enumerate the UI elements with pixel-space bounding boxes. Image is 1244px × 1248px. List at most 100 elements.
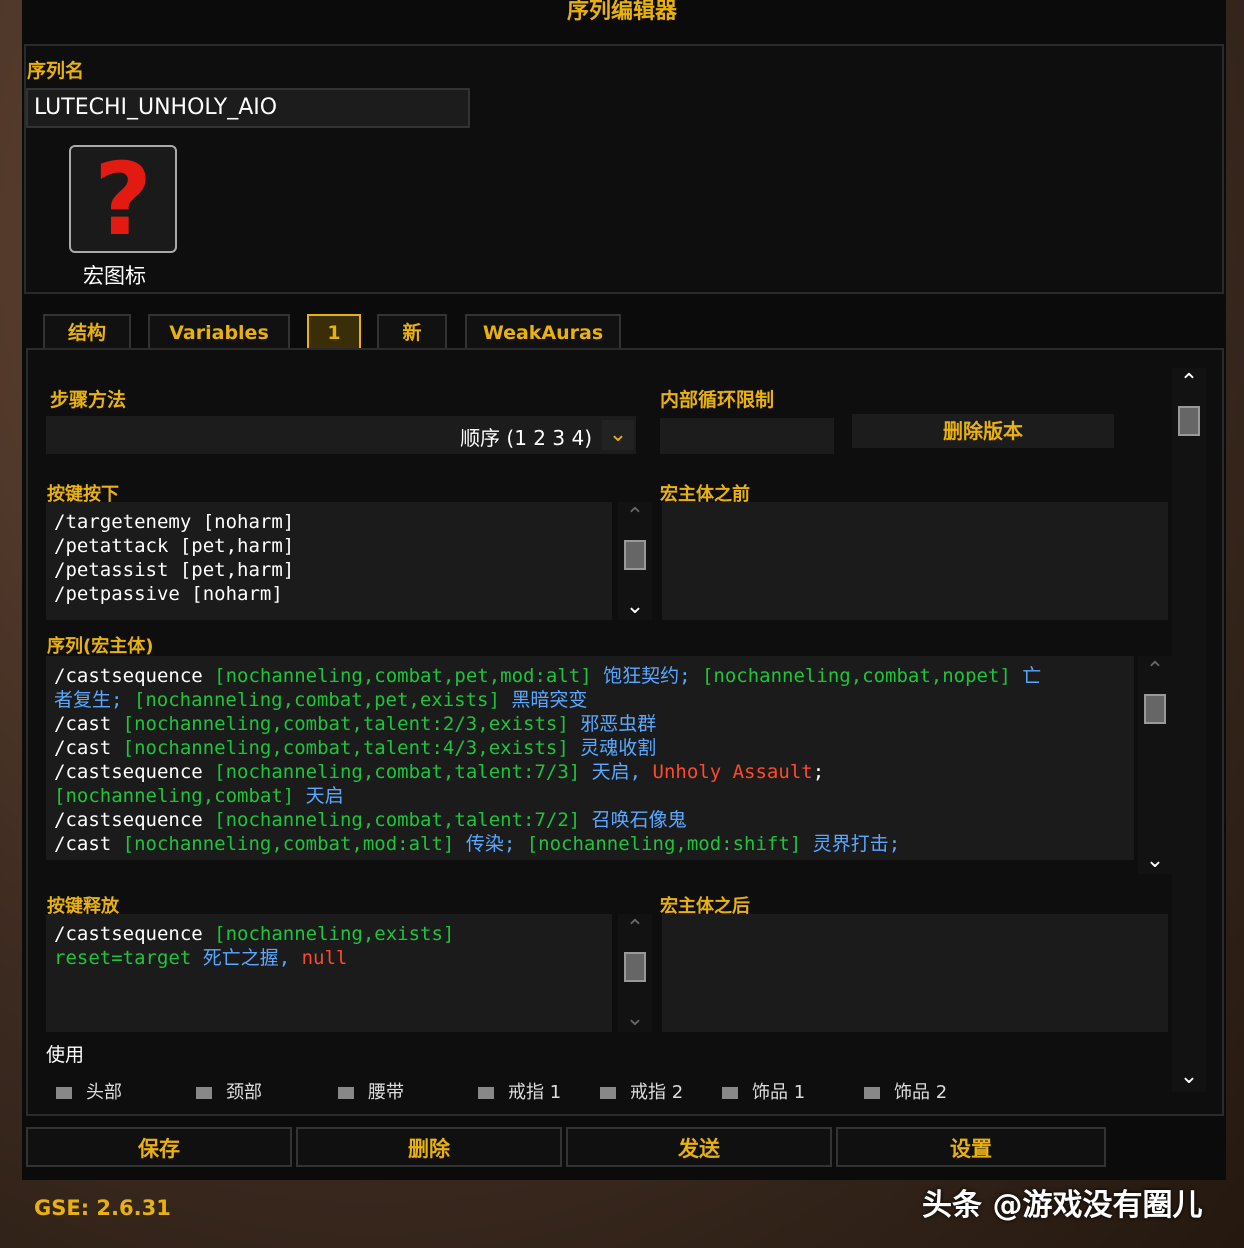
- code-token: 灵魂收割: [580, 737, 657, 759]
- code-token: 召唤石像鬼: [591, 809, 687, 831]
- header-panel: [24, 44, 1224, 294]
- code-line: /cast [nochanneling,combat,talent:2/3,ex…: [54, 712, 1126, 736]
- keypress-scrollbar[interactable]: ⌃ ⌄: [618, 502, 652, 620]
- sequence-body-scrollbar[interactable]: ⌃ ⌄: [1138, 656, 1172, 874]
- pre-macro-editor[interactable]: [662, 502, 1168, 620]
- delete-version-button[interactable]: 删除版本: [852, 414, 1114, 448]
- code-token: [nochanneling,exists]: [214, 923, 455, 945]
- settings-button[interactable]: 设置: [836, 1127, 1106, 1167]
- chevron-down-icon[interactable]: ⌄: [618, 1004, 652, 1034]
- code-line: /petassist [pet,harm]: [54, 558, 604, 582]
- code-token: [nochanneling,mod:shift]: [526, 833, 813, 855]
- code-token: [noharm]: [202, 511, 295, 533]
- checkbox-box[interactable]: [338, 1087, 354, 1099]
- post-macro-editor[interactable]: [662, 914, 1168, 1032]
- checkbox-trinket-1[interactable]: 饰品 1: [722, 1078, 805, 1104]
- code-token: reset=target: [54, 947, 203, 969]
- send-button[interactable]: 发送: [566, 1127, 832, 1167]
- code-line: /cast [nochanneling,combat,mod:alt] 传染; …: [54, 832, 1126, 856]
- sequence-body-editor[interactable]: /castsequence [nochanneling,combat,pet,m…: [46, 656, 1134, 860]
- sequence-name-label: 序列名: [27, 60, 85, 82]
- chevron-down-icon[interactable]: ⌄: [1138, 846, 1172, 876]
- code-line: reset=target 死亡之握, null: [54, 946, 604, 970]
- checkbox-head[interactable]: 头部: [56, 1078, 122, 1104]
- watermark: 头条 @游戏没有圈儿: [922, 1188, 1203, 1223]
- chevron-down-icon[interactable]: ⌄: [602, 420, 634, 450]
- checkbox-trinket-2[interactable]: 饰品 2: [864, 1078, 947, 1104]
- tab-new[interactable]: 新: [377, 314, 447, 352]
- chevron-up-icon[interactable]: ⌃: [618, 502, 652, 532]
- checkbox-waist[interactable]: 腰带: [338, 1078, 404, 1104]
- code-token: [nochanneling,combat,talent:4/3,exists]: [122, 737, 581, 759]
- checkbox-box[interactable]: [722, 1087, 738, 1099]
- code-token: Unholy Assault: [652, 761, 813, 783]
- chevron-up-icon[interactable]: ⌃: [1172, 368, 1206, 398]
- checkbox-box[interactable]: [478, 1087, 494, 1099]
- chevron-down-icon[interactable]: ⌄: [618, 592, 652, 622]
- step-method-dropdown[interactable]: 顺序 (1 2 3 4) ⌄: [46, 416, 636, 454]
- code-token: 饱狂契约;: [603, 665, 702, 687]
- code-token: 亡: [1022, 665, 1042, 687]
- sequence-body-label: 序列(宏主体): [47, 636, 154, 657]
- code-line: /castsequence [nochanneling,combat,pet,m…: [54, 664, 1126, 688]
- code-token: [nochanneling,combat,pet,exists]: [133, 689, 512, 711]
- code-token: [nochanneling,combat,nopet]: [701, 665, 1023, 687]
- code-line: /castsequence [nochanneling,combat,talen…: [54, 760, 1126, 784]
- code-line: /petattack [pet,harm]: [54, 534, 604, 558]
- checkbox-ring-1[interactable]: 戒指 1: [478, 1078, 561, 1104]
- keyrelease-editor[interactable]: /castsequence [nochanneling,exists] reset…: [46, 914, 612, 1032]
- code-line: [nochanneling,combat] 天启: [54, 784, 1126, 808]
- delete-button[interactable]: 删除: [296, 1127, 562, 1167]
- code-token: [nochanneling,combat,talent:7/3]: [214, 761, 592, 783]
- checkbox-box[interactable]: [864, 1087, 880, 1099]
- keypress-editor[interactable]: /targetenemy [noharm]/petattack [pet,har…: [46, 502, 612, 620]
- code-token: 传染;: [465, 833, 527, 855]
- code-token: /cast: [54, 737, 123, 759]
- tab-variables[interactable]: Variables: [148, 314, 290, 352]
- code-line: /petpassive [noharm]: [54, 582, 604, 606]
- code-token: [nochanneling,combat,pet,mod:alt]: [214, 665, 604, 687]
- chevron-down-icon[interactable]: ⌄: [1172, 1062, 1206, 1092]
- inner-loop-label: 内部循环限制: [660, 389, 775, 411]
- use-label: 使用: [46, 1044, 85, 1066]
- checkbox-ring-2[interactable]: 戒指 2: [600, 1078, 683, 1104]
- tab-version-1[interactable]: 1: [307, 314, 361, 352]
- code-line: /castsequence [nochanneling,exists]: [54, 922, 604, 946]
- code-token: [nochanneling,combat,talent:2/3,exists]: [122, 713, 581, 735]
- code-token: /castsequence: [54, 923, 215, 945]
- step-method-value: 顺序 (1 2 3 4): [460, 426, 592, 450]
- code-token: 者复生;: [54, 689, 134, 711]
- code-token: /targetenemy: [54, 511, 203, 533]
- code-token: [nochanneling,combat,mod:alt]: [122, 833, 466, 855]
- panel-scrollbar[interactable]: ⌃ ⌄: [1172, 368, 1206, 1092]
- inner-loop-input[interactable]: [660, 418, 834, 454]
- code-token: /cast: [54, 713, 123, 735]
- checkbox-neck[interactable]: 颈部: [196, 1078, 262, 1104]
- keyrelease-scrollbar[interactable]: ⌃ ⌄: [618, 914, 652, 1032]
- checkbox-box[interactable]: [600, 1087, 616, 1099]
- code-token: /petpassive: [54, 583, 192, 605]
- code-token: [pet,harm]: [179, 559, 295, 581]
- scroll-thumb[interactable]: [624, 540, 646, 570]
- tab-structure[interactable]: 结构: [43, 314, 131, 352]
- save-button[interactable]: 保存: [26, 1127, 292, 1167]
- code-line: /targetenemy [noharm]: [54, 510, 604, 534]
- macro-icon[interactable]: ?: [69, 145, 177, 253]
- chevron-up-icon[interactable]: ⌃: [1138, 656, 1172, 686]
- code-token: 邪恶虫群: [580, 713, 657, 735]
- tab-weakauras[interactable]: WeakAuras: [465, 314, 621, 352]
- code-line: /cast [nochanneling,combat,talent:4/3,ex…: [54, 736, 1126, 760]
- window-title: 序列编辑器: [566, 0, 677, 24]
- step-method-label: 步骤方法: [50, 389, 127, 411]
- code-token: /cast: [54, 833, 123, 855]
- scroll-thumb[interactable]: [1178, 406, 1200, 436]
- macro-icon-label: 宏图标: [83, 264, 146, 288]
- scroll-thumb[interactable]: [1144, 694, 1166, 724]
- sequence-name-input[interactable]: LUTECHI_UNHOLY_AIO: [26, 88, 470, 128]
- checkbox-box[interactable]: [196, 1087, 212, 1099]
- code-token: [nochanneling,combat]: [54, 785, 306, 807]
- checkbox-box[interactable]: [56, 1087, 72, 1099]
- scroll-thumb[interactable]: [624, 952, 646, 982]
- chevron-up-icon[interactable]: ⌃: [618, 914, 652, 944]
- code-token: 天启,: [591, 761, 653, 783]
